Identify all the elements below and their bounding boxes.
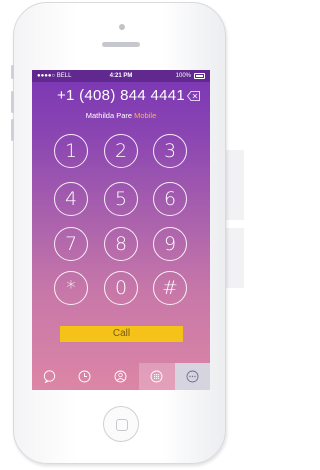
earpiece-speaker xyxy=(102,42,140,47)
key-9[interactable]: 9 xyxy=(153,227,187,261)
tab-bar xyxy=(32,363,210,390)
home-button[interactable] xyxy=(103,406,139,442)
front-camera xyxy=(119,24,125,30)
key-8[interactable]: 8 xyxy=(104,227,138,261)
chat-bubble-icon xyxy=(43,370,56,383)
status-bar: ●●●●○ BELL 4:21 PM 100% xyxy=(32,70,210,82)
key-5[interactable]: 5 xyxy=(104,182,138,216)
tab-messages[interactable] xyxy=(32,363,67,390)
home-button-square xyxy=(116,419,128,431)
matched-contact: Mathilda Pare Mobile xyxy=(32,111,210,120)
key-star[interactable]: * xyxy=(54,271,88,305)
phone-screen: ●●●●○ BELL 4:21 PM 100% +1 (408) 844 444… xyxy=(32,70,210,390)
tab-recents[interactable] xyxy=(67,363,103,390)
tab-keypad[interactable] xyxy=(139,363,175,390)
battery-icon xyxy=(194,73,205,79)
mute-switch xyxy=(11,65,14,79)
contact-name: Mathilda Pare xyxy=(85,111,133,120)
key-0[interactable]: 0 xyxy=(104,271,138,305)
volume-up-button xyxy=(11,91,14,113)
keypad-icon xyxy=(150,370,163,383)
tab-contacts[interactable] xyxy=(103,363,139,390)
battery-percent: 100% xyxy=(175,73,191,79)
clock-icon xyxy=(78,370,91,383)
key-7[interactable]: 7 xyxy=(54,227,88,261)
key-1[interactable]: 1 xyxy=(54,134,88,168)
key-2[interactable]: 2 xyxy=(104,134,138,168)
contact-label: Mobile xyxy=(134,111,157,120)
key-4[interactable]: 4 xyxy=(54,182,88,216)
key-hash[interactable]: # xyxy=(153,271,187,305)
volume-down-button xyxy=(11,119,14,141)
dialed-number: +1 (408) 844 4441 xyxy=(56,87,186,104)
call-button[interactable]: Call xyxy=(60,326,183,342)
key-3[interactable]: 3 xyxy=(153,134,187,168)
more-icon xyxy=(186,370,199,383)
contact-icon xyxy=(114,370,127,383)
tab-more[interactable] xyxy=(175,363,210,390)
backspace-icon[interactable] xyxy=(187,91,200,101)
key-6[interactable]: 6 xyxy=(153,182,187,216)
